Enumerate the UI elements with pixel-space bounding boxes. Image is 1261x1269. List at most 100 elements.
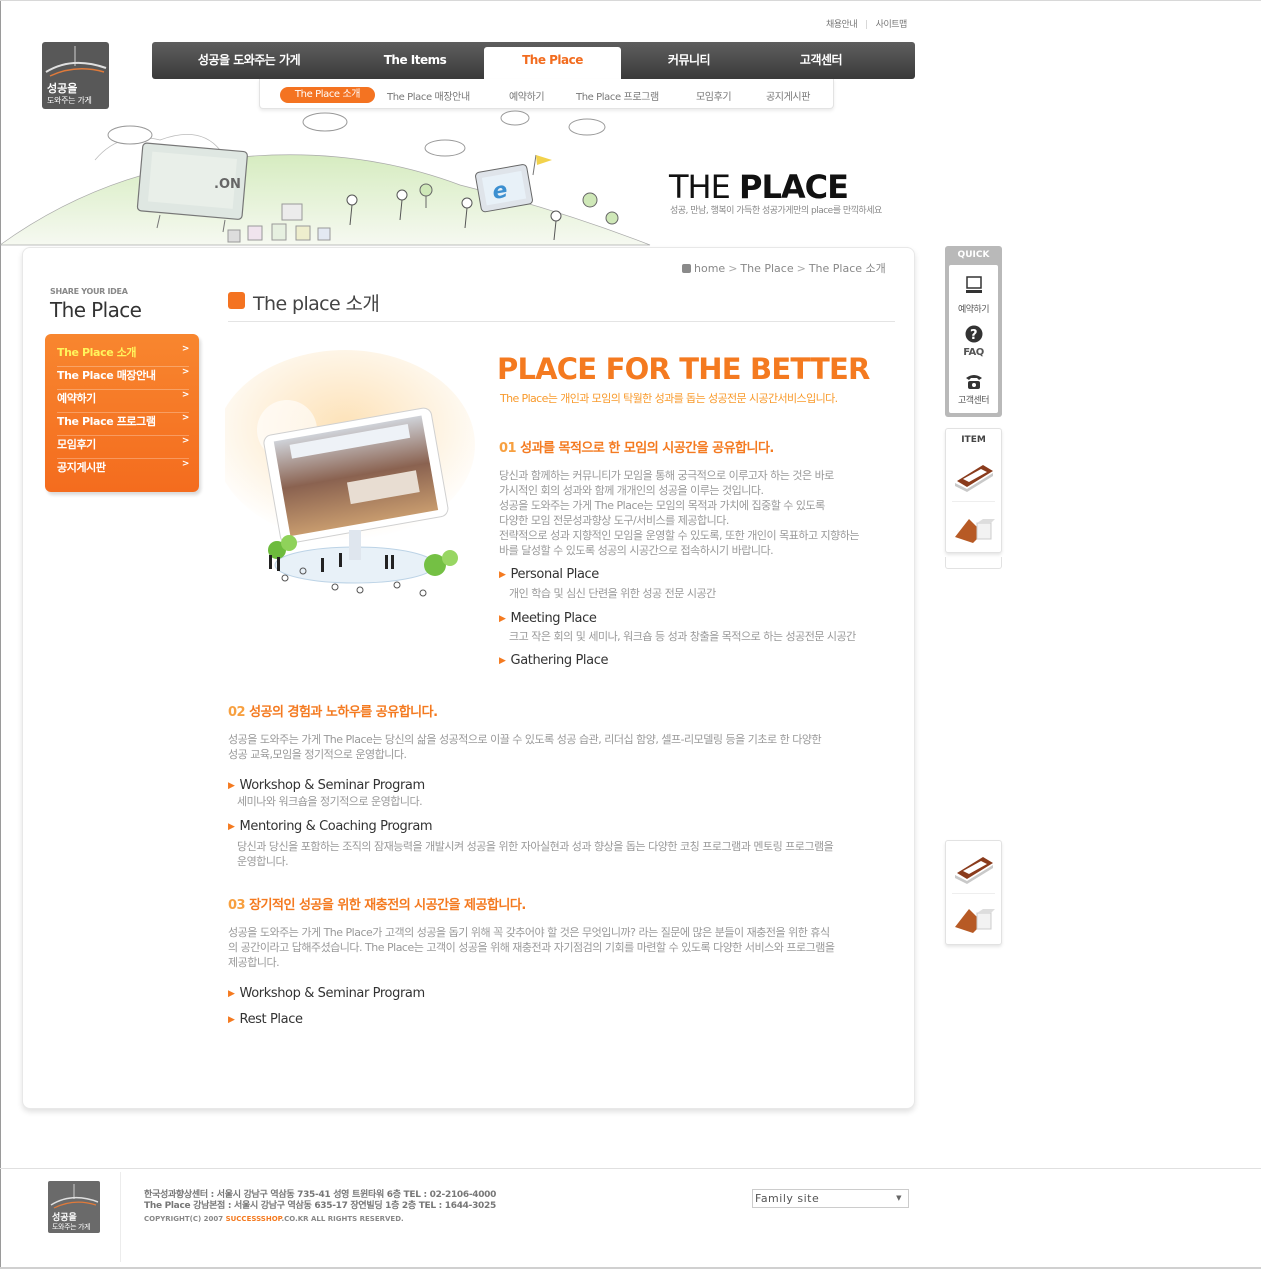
family-site-select[interactable]: Family site ▼	[752, 1189, 909, 1208]
section-03-heading: 03 장기적인 성공을 위한 재충전의 시공간을 제공합니다.	[228, 894, 526, 913]
footer-logo: 성공을 도와주는 가게	[48, 1181, 100, 1233]
body-line: 당신과 함께하는 커뮤니티가 모임을 통해 궁극적으로 이루고자 하는 것은 바…	[499, 469, 834, 482]
sitemap-link[interactable]: 사이트맵	[876, 17, 908, 30]
chevron-right-icon: >	[181, 436, 190, 446]
section-number: 01	[499, 441, 517, 456]
bullet-desc-continued: 운영합니다.	[237, 855, 289, 868]
page-frame-top	[0, 0, 1261, 1]
page-title: The place 소개	[253, 293, 380, 315]
gnb-item-support[interactable]: 고객센터	[754, 42, 888, 79]
bullet-meeting-place: ▶ Meeting Place	[499, 611, 597, 626]
item-box-footer	[945, 557, 1002, 569]
section-02-heading: 02 성공의 경험과 노하우를 공유합니다.	[228, 701, 438, 720]
subnav-item-notice[interactable]: 공지게시판	[766, 88, 810, 103]
section-03-body: 성공을 도와주는 가게 The Place가 고객의 성공을 돕기 위해 꼭 갖…	[228, 925, 898, 970]
lnb-item-program[interactable]: The Place 프로그램 >	[57, 413, 189, 436]
phone-icon	[966, 375, 982, 389]
family-site-label: Family site	[755, 1192, 820, 1205]
item-divider	[952, 893, 995, 894]
gnb-item-place[interactable]: The Place	[484, 47, 621, 81]
section-01-body: 당신과 함께하는 커뮤니티가 모임을 통해 궁극적으로 이루고자 하는 것은 바…	[499, 468, 894, 558]
item-box-caption: ITEM	[961, 435, 986, 445]
bullet-title: Personal Place	[510, 567, 600, 582]
body-line: 바를 달성할 수 있도록 성공의 시공간으로 접속하시기 바랍니다.	[499, 544, 774, 557]
section-heading-text: 성공의 경험과 노하우를 공유합니다.	[249, 705, 438, 720]
site-logo[interactable]: 성공을 도와주는 가게	[42, 42, 109, 109]
body-line: 성공을 도와주는 가게 The Place가 고객의 성공을 돕기 위해 꼭 갖…	[228, 926, 830, 939]
lnb-item-intro[interactable]: The Place 소개 >	[57, 344, 189, 367]
lnb-item-reviews[interactable]: 모임후기 >	[57, 436, 189, 459]
body-line: 성공을 도와주는 가게 The Place는 모임의 목적과 가치에 집중할 수…	[499, 499, 825, 512]
section-heading-text: 성과를 목적으로 한 모임의 시공간을 공유합니다.	[520, 441, 774, 456]
footer-separator	[120, 1172, 121, 1262]
breadcrumb-separator: >	[728, 262, 738, 275]
laptop-case-icon[interactable]	[953, 461, 995, 493]
quick-item-label: 고객센터	[957, 396, 990, 406]
quick-item-label: 예약하기	[957, 305, 990, 315]
chevron-right-icon: ▶	[499, 570, 506, 580]
bullet-workshop-seminar-2: ▶ Workshop & Seminar Program	[228, 986, 425, 1001]
body-line: 성공을 도와주는 가게 The Place는 당신의 삶을 성공적으로 이끌 수…	[228, 733, 822, 746]
bullet-title: Mentoring & Coaching Program	[239, 819, 433, 834]
section-number: 02	[228, 705, 246, 720]
bullet-gathering-place: ▶ Gathering Place	[499, 653, 608, 668]
title-divider	[228, 321, 895, 322]
global-navigation: 성공을 도와주는 가게 The Items The Place 커뮤니티 고객센…	[152, 42, 915, 81]
people-icon	[228, 292, 245, 309]
lnb-item-notice[interactable]: 공지게시판 >	[57, 459, 189, 482]
bullet-desc: 크고 작은 회의 및 세미나, 워크숍 등 성과 창출을 목적으로 하는 성공전…	[509, 630, 856, 643]
hero-title: THE PLACE	[669, 168, 849, 206]
body-line: 제공합니다.	[228, 956, 280, 969]
product-box-icon[interactable]	[953, 903, 995, 935]
chevron-right-icon: >	[181, 344, 190, 354]
question-icon: ?	[965, 325, 983, 343]
bullet-workshop-seminar: ▶ Workshop & Seminar Program	[228, 778, 425, 793]
chevron-right-icon: ▶	[499, 614, 506, 624]
computer-icon	[966, 276, 982, 293]
hero-subtitle: 성공, 만남, 행복이 가득한 성공가게만의 place를 만끽하세요	[670, 206, 882, 216]
chevron-right-icon: >	[181, 413, 190, 423]
product-box-icon[interactable]	[953, 513, 995, 545]
lnb-item-stores[interactable]: The Place 매장안내 >	[57, 367, 189, 390]
home-icon	[682, 264, 691, 273]
section-01-heading: 01 성과를 목적으로 한 모임의 시공간을 공유합니다.	[499, 437, 774, 456]
lnb-item-label: The Place 소개	[57, 346, 137, 359]
place-photo-illustration	[225, 350, 475, 597]
utility-links: 채용안내 | 사이트맵	[826, 17, 907, 30]
hero-illustration: .ON e	[0, 110, 651, 246]
lnb-item-reservation[interactable]: 예약하기 >	[57, 390, 189, 413]
chevron-right-icon: >	[181, 390, 190, 400]
copyright-brand: SUCCESSSHOP	[225, 1215, 282, 1223]
breadcrumb-level2: The Place 소개	[808, 262, 886, 275]
breadcrumb-separator: >	[796, 262, 806, 275]
svg-text:?: ?	[970, 328, 978, 343]
lnb-item-label: 공지게시판	[57, 461, 106, 474]
breadcrumb-home[interactable]: home	[694, 262, 725, 275]
copyright-suffix: .CO.KR ALL RIGHTS RESERVED.	[281, 1215, 404, 1223]
item-box-lower	[945, 840, 1002, 945]
hero-title-light: THE	[669, 168, 739, 206]
bullet-desc: 당신과 당신을 포함하는 조직의 잠재능력을 개발시켜 성공을 위한 자아실현과…	[237, 840, 834, 853]
body-line: 가시적인 회의 성과와 함께 개개인의 성공을 이루는 것입니다.	[499, 484, 764, 497]
bullet-mentoring-coaching: ▶ Mentoring & Coaching Program	[228, 819, 433, 834]
gnb-item-community[interactable]: 커뮤니티	[622, 42, 756, 79]
body-line: 전략적으로 성과 지향적인 모임을 운영할 수 있도록, 또한 개인이 목표하고…	[499, 529, 860, 542]
bullet-personal-place: ▶ Personal Place	[499, 567, 599, 582]
breadcrumb-level1[interactable]: The Place	[740, 262, 793, 275]
gnb-item-store[interactable]: 성공을 도와주는 가게	[174, 42, 324, 79]
copyright-prefix: COPYRIGHT(C) 2007	[144, 1215, 226, 1223]
gnb-item-items[interactable]: The Items	[347, 42, 483, 79]
bullet-title: Workshop & Seminar Program	[239, 986, 426, 1001]
logo-line1: 성공을	[47, 82, 78, 95]
laptop-case-icon[interactable]	[953, 853, 995, 885]
chevron-right-icon: >	[181, 459, 190, 469]
quick-menu: QUICK 예약하기 ? FAQ 고객센터	[945, 246, 1002, 417]
footer-divider	[0, 1168, 1261, 1169]
subnav-item-reviews[interactable]: 모임후기	[696, 88, 732, 103]
bullet-title: Meeting Place	[510, 611, 597, 626]
chevron-right-icon: ▶	[228, 989, 235, 999]
headline: PLACE FOR THE BETTER	[497, 352, 870, 386]
body-line: 성공 교육,모임을 정기적으로 운영합니다.	[228, 748, 407, 761]
lnb-item-label: The Place 프로그램	[57, 415, 156, 428]
recruit-link[interactable]: 채용안내	[826, 17, 858, 30]
